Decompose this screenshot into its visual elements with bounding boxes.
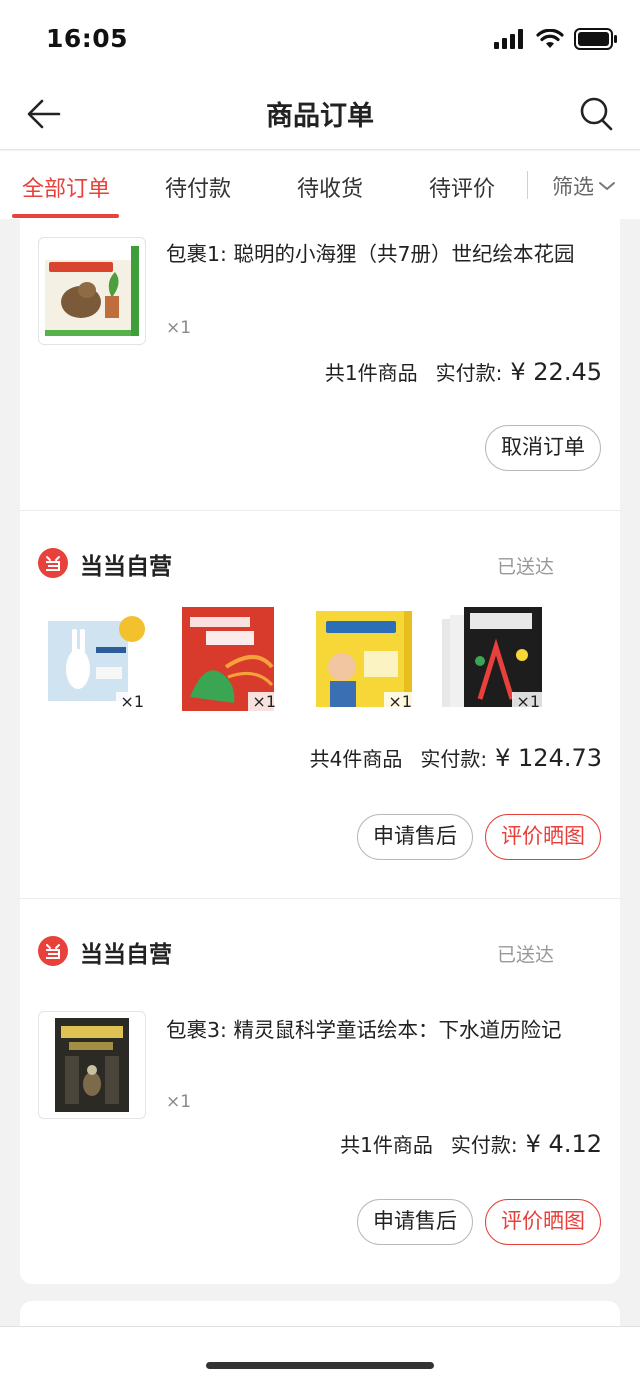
tab-divider (527, 171, 528, 199)
product-quantity: ×1 (116, 692, 148, 711)
product-quantity: ×1 (384, 692, 416, 711)
status-icons (494, 28, 618, 50)
search-button[interactable] (576, 93, 618, 135)
item-count: 共1件商品 (340, 1133, 433, 1157)
order-tabs: 全部订单 待付款 待收货 待评价 筛选 (0, 151, 640, 219)
review-button[interactable]: 评价晒图 (485, 814, 601, 860)
tab-pending-receipt[interactable]: 待收货 (297, 171, 363, 203)
paid-label: 实付款: (420, 747, 488, 771)
order-price: ¥ 4.12 (525, 1130, 602, 1158)
wifi-icon (536, 29, 564, 48)
order-summary: 共1件商品 实付款: ¥ 22.45 (325, 357, 602, 386)
product-title[interactable]: 包裹3: 精灵鼠科学童话绘本：下水道历险记 (166, 1013, 561, 1043)
product-thumbnail[interactable]: ×1 (312, 607, 416, 711)
product-quantity: ×1 (248, 692, 280, 711)
order-price: ¥ 22.45 (510, 358, 602, 386)
book-cover-image (45, 246, 139, 336)
after-sales-button[interactable]: 申请售后 (357, 1199, 473, 1245)
item-count: 共4件商品 (309, 747, 403, 771)
order-card: 包裹1: 聪明的小海狸（共7册）世纪绘本花园 ×1 共1件商品 实付款: ¥ 22.… (20, 219, 620, 1284)
tab-all-orders[interactable]: 全部订单 (22, 171, 110, 203)
delivery-status: 已送达 (496, 944, 554, 966)
product-thumbnail[interactable] (38, 1011, 146, 1119)
filter-label: 筛选 (552, 175, 594, 199)
product-quantity: ×1 (166, 1092, 192, 1112)
product-quantity: ×1 (166, 318, 192, 338)
cancel-order-button[interactable]: 取消订单 (485, 425, 601, 471)
signal-icon (494, 29, 523, 49)
after-sales-button[interactable]: 申请售后 (357, 814, 473, 860)
dangdang-logo-icon (38, 936, 68, 966)
order-card (20, 1301, 620, 1326)
search-icon (580, 97, 613, 131)
order-list[interactable]: 包裹1: 聪明的小海狸（共7册）世纪绘本花园 ×1 共1件商品 实付款: ¥ 22.… (0, 219, 640, 1326)
status-time: 16:05 (46, 24, 129, 53)
product-title[interactable]: 包裹1: 聪明的小海狸（共7册）世纪绘本花园 (166, 237, 575, 267)
battery-icon (574, 28, 617, 50)
order-summary: 共4件商品 实付款: ¥ 124.73 (310, 743, 602, 772)
item-count: 共1件商品 (324, 361, 418, 385)
active-tab-indicator (12, 214, 119, 218)
book-cover-image (55, 1018, 129, 1112)
tab-pending-review[interactable]: 待评价 (429, 171, 495, 203)
delivery-status: 已送达 (496, 556, 554, 578)
divider (20, 510, 620, 511)
nav-header: 商品订单 (0, 78, 640, 150)
shop-name[interactable]: 当当自营 (80, 547, 172, 581)
divider (20, 898, 620, 899)
bottom-bar (0, 1326, 640, 1385)
paid-label: 实付款: (435, 361, 503, 385)
filter-button[interactable]: 筛选 (552, 171, 616, 201)
review-button[interactable]: 评价晒图 (485, 1199, 601, 1245)
order-price: ¥ 124.73 (495, 744, 602, 772)
dangdang-logo-icon (38, 548, 68, 578)
tab-pending-payment[interactable]: 待付款 (165, 171, 231, 203)
shop-name[interactable]: 当当自营 (80, 935, 172, 969)
page-title: 商品订单 (266, 101, 374, 132)
home-indicator[interactable] (206, 1362, 434, 1369)
product-thumbnail[interactable]: ×1 (176, 607, 280, 711)
product-thumbnail[interactable] (38, 237, 146, 345)
paid-label: 实付款: (450, 1133, 518, 1157)
chevron-down-icon (599, 182, 615, 190)
product-thumbnail[interactable]: ×1 (44, 607, 148, 711)
order-summary: 共1件商品 实付款: ¥ 4.12 (340, 1129, 602, 1158)
product-quantity: ×1 (512, 692, 544, 711)
status-bar: 16:05 (0, 0, 640, 78)
product-thumbnail[interactable]: ×1 (440, 607, 544, 711)
